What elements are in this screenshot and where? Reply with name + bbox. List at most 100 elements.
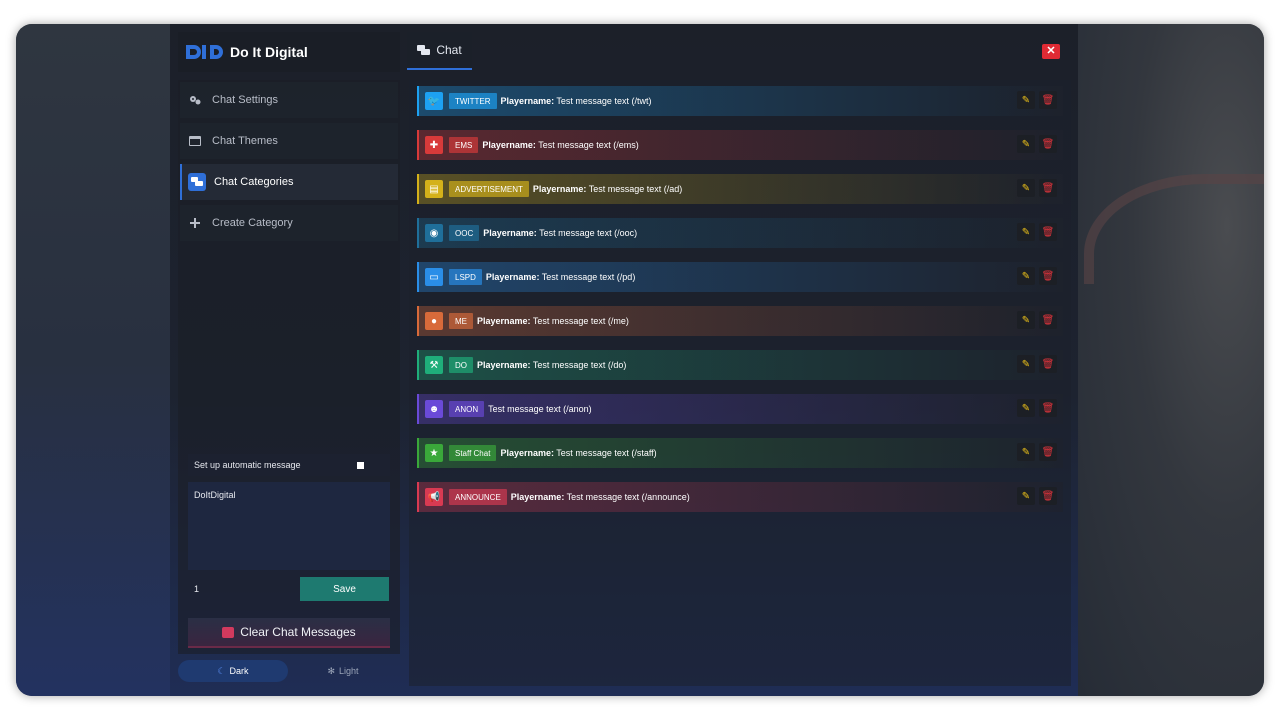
edit-pencil-icon[interactable]: ✎ <box>1017 311 1035 329</box>
category-tag: ANON <box>449 401 485 417</box>
delete-trash-icon[interactable]: 🗑 <box>1039 91 1057 109</box>
category-preview: Playername: Test message text (/staff) <box>500 448 656 458</box>
twitter-icon: 🐦 <box>425 92 443 110</box>
auto-message-checkbox[interactable] <box>357 461 364 469</box>
edit-pencil-icon[interactable]: ✎ <box>1017 443 1035 461</box>
category-preview: Playername: Test message text (/do) <box>477 360 626 370</box>
delete-trash-icon[interactable]: 🗑 <box>1039 399 1057 417</box>
edit-pencil-icon[interactable]: ✎ <box>1017 223 1035 241</box>
category-tag: OOC <box>449 225 480 241</box>
auto-message-textarea[interactable]: DoItDigital <box>188 482 390 570</box>
category-preview: Playername: Test message text (/ooc) <box>483 228 637 238</box>
close-button[interactable]: ✕ <box>1042 44 1060 59</box>
category-preview: Playername: Test message text (/me) <box>477 316 629 326</box>
row-actions: ✎ 🗑 <box>1017 179 1057 197</box>
delete-trash-icon[interactable]: 🗑 <box>1039 487 1057 505</box>
clear-chat-button[interactable]: Clear Chat Messages <box>188 618 390 648</box>
game-background-right <box>1078 24 1264 696</box>
row-actions: ✎ 🗑 <box>1017 399 1057 417</box>
category-row[interactable]: ● ME Playername: Test message text (/me)… <box>417 306 1063 336</box>
sidebar-item-chat-themes[interactable]: Chat Themes <box>180 123 398 159</box>
category-row[interactable]: ◉ OOC Playername: Test message text (/oo… <box>417 218 1063 248</box>
auto-message-interval-input[interactable]: 1 <box>188 577 298 601</box>
player-name: Playername: <box>500 448 554 458</box>
theme-dark-button[interactable]: ☾ Dark <box>178 660 288 682</box>
preview-text: Test message text (/pd) <box>539 272 636 282</box>
category-preview: Test message text (/anon) <box>488 404 592 414</box>
delete-trash-icon[interactable]: 🗑 <box>1039 135 1057 153</box>
delete-trash-icon[interactable]: 🗑 <box>1039 179 1057 197</box>
edit-pencil-icon[interactable]: ✎ <box>1017 355 1035 373</box>
auto-message-panel: Set up automatic message DoItDigital 1 S… <box>188 454 390 604</box>
category-row[interactable]: 🐦 TWITTER Playername: Test message text … <box>417 86 1063 116</box>
category-preview: Playername: Test message text (/ems) <box>482 140 638 150</box>
category-tag: LSPD <box>449 269 482 285</box>
theme-light-label: Light <box>339 666 359 676</box>
megaphone-icon: 📢 <box>425 488 443 506</box>
category-row[interactable]: ▭ LSPD Playername: Test message text (/p… <box>417 262 1063 292</box>
edit-pencil-icon[interactable]: ✎ <box>1017 487 1035 505</box>
brand-logo-icon <box>186 45 223 59</box>
player-name: Playername: <box>477 316 531 326</box>
delete-trash-icon[interactable]: 🗑 <box>1039 267 1057 285</box>
tab-chat-label: Chat <box>436 43 462 57</box>
category-preview: Playername: Test message text (/ad) <box>533 184 682 194</box>
row-actions: ✎ 🗑 <box>1017 487 1057 505</box>
sidebar-item-label: Chat Categories <box>214 176 294 188</box>
category-row[interactable]: ★ Staff Chat Playername: Test message te… <box>417 438 1063 468</box>
theme-light-button[interactable]: ✻ Light <box>288 660 398 682</box>
star-icon: ★ <box>425 444 443 462</box>
advertisement-icon: ▤ <box>425 180 443 198</box>
anonymous-mask-icon: ☻ <box>425 400 443 418</box>
game-background-left <box>16 24 170 696</box>
save-button[interactable]: Save <box>300 577 389 601</box>
row-actions: ✎ 🗑 <box>1017 443 1057 461</box>
brand-name: Do It Digital <box>230 44 308 60</box>
category-row[interactable]: ▤ ADVERTISEMENT Playername: Test message… <box>417 174 1063 204</box>
category-row[interactable]: 📢 ANNOUNCE Playername: Test message text… <box>417 482 1063 512</box>
brand: Do It Digital <box>178 32 400 72</box>
delete-trash-icon[interactable]: 🗑 <box>1039 223 1057 241</box>
edit-pencil-icon[interactable]: ✎ <box>1017 267 1035 285</box>
sidebar-item-label: Create Category <box>212 217 293 229</box>
preview-text: Test message text (/anon) <box>488 404 592 414</box>
top-bar: Do It Digital Chat ✕ <box>170 24 1078 72</box>
delete-trash-icon[interactable]: 🗑 <box>1039 355 1057 373</box>
row-actions: ✎ 🗑 <box>1017 91 1057 109</box>
sidebar-item-chat-settings[interactable]: Chat Settings <box>180 82 398 118</box>
laptop-icon: ▭ <box>425 268 443 286</box>
preview-text: Test message text (/ooc) <box>536 228 638 238</box>
auto-message-header: Set up automatic message <box>188 454 390 476</box>
category-preview: Playername: Test message text (/announce… <box>511 492 690 502</box>
category-tag: ADVERTISEMENT <box>449 181 529 197</box>
edit-pencil-icon[interactable]: ✎ <box>1017 399 1035 417</box>
row-actions: ✎ 🗑 <box>1017 223 1057 241</box>
preview-text: Test message text (/do) <box>530 360 627 370</box>
clear-chat-icon <box>222 626 235 638</box>
row-actions: ✎ 🗑 <box>1017 355 1057 373</box>
medical-kit-icon: ✚ <box>425 136 443 154</box>
tab-chat[interactable]: Chat <box>407 32 472 70</box>
gears-icon <box>186 91 204 109</box>
category-preview: Playername: Test message text (/twt) <box>501 96 652 106</box>
edit-pencil-icon[interactable]: ✎ <box>1017 91 1035 109</box>
sidebar-item-chat-categories[interactable]: Chat Categories <box>180 164 398 200</box>
edit-pencil-icon[interactable]: ✎ <box>1017 179 1035 197</box>
moon-icon: ☾ <box>217 665 226 676</box>
edit-pencil-icon[interactable]: ✎ <box>1017 135 1035 153</box>
row-actions: ✎ 🗑 <box>1017 135 1057 153</box>
preview-text: Test message text (/twt) <box>554 96 652 106</box>
player-name: Playername: <box>532 184 587 194</box>
category-row[interactable]: ⚒ DO Playername: Test message text (/do)… <box>417 350 1063 380</box>
preview-text: Test message text (/ems) <box>535 140 639 150</box>
category-tag: Staff Chat <box>449 445 497 461</box>
category-row[interactable]: ☻ ANON Test message text (/anon) ✎ 🗑 <box>417 394 1063 424</box>
theme-dark-label: Dark <box>229 666 249 676</box>
preview-text: Test message text (/me) <box>530 316 629 326</box>
curb-decoration <box>1084 174 1264 284</box>
player-name: Playername: <box>500 96 555 106</box>
delete-trash-icon[interactable]: 🗑 <box>1039 311 1057 329</box>
sidebar-item-create-category[interactable]: Create Category <box>180 205 398 241</box>
delete-trash-icon[interactable]: 🗑 <box>1039 443 1057 461</box>
category-row[interactable]: ✚ EMS Playername: Test message text (/em… <box>417 130 1063 160</box>
